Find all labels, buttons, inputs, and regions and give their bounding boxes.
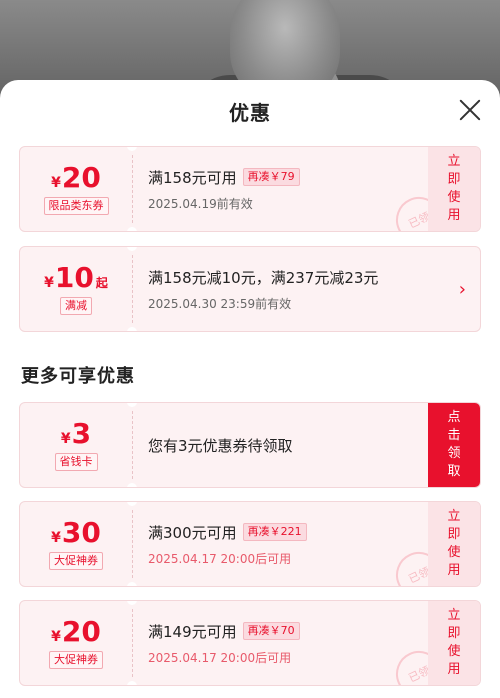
yen-symbol: ¥ (60, 431, 71, 447)
coupon-amount: ¥ 20 (51, 163, 101, 193)
use-now-button[interactable]: 立即 使用 (428, 601, 480, 685)
coupon-condition: 满149元可用 (148, 622, 237, 641)
coupon-divider (127, 247, 137, 331)
button-label-line2: 使用 (447, 545, 461, 578)
coupon-card[interactable]: ¥ 10 起 满减 满158元减10元，满237元减23元 2025.04.30… (19, 246, 481, 332)
yen-symbol: ¥ (51, 530, 61, 546)
coupon-validity: 2025.04.17 20:00后可用 (148, 650, 292, 665)
button-label-line1: 点击 (447, 410, 461, 443)
coupon-type-tag: 大促神券 (49, 651, 103, 669)
coupon-card: ¥ 20 大促神券 满149元可用 再凑￥70 2025.04.17 20:00… (19, 600, 481, 686)
coupon-condition: 您有3元优惠券待领取 (148, 436, 293, 455)
coupon-amount-area: ¥ 10 起 满减 (20, 247, 132, 331)
button-label-line1: 立即 (447, 608, 461, 641)
button-label-line1: 立即 (447, 509, 461, 542)
section-title-more-offers: 更多可享优惠 (21, 366, 135, 387)
coupon-validity: 2025.04.19前有效 (148, 196, 253, 211)
button-label-line1: 立即 (447, 154, 461, 187)
use-now-button[interactable]: 立即 使用 (428, 147, 480, 231)
coupon-divider (127, 502, 137, 586)
chevron-right-icon[interactable]: › (459, 247, 466, 331)
coupon-amount: ¥ 20 (51, 617, 101, 647)
button-label-line2: 使用 (447, 190, 461, 223)
coupon-validity: 2025.04.30 23:59前有效 (148, 296, 292, 311)
amount-value: 20 (61, 161, 101, 194)
coupon-body: 满158元可用 再凑￥79 2025.04.19前有效 (148, 147, 422, 231)
coupon-type-tag: 限品类东券 (43, 197, 109, 215)
coupon-body: 您有3元优惠券待领取 (148, 403, 422, 487)
coupon-card: ¥ 20 限品类东券 满158元可用 再凑￥79 2025.04.19前有效 已… (19, 146, 481, 232)
coupon-amount-area: ¥ 3 省钱卡 (20, 403, 132, 487)
use-now-button[interactable]: 立即 使用 (428, 502, 480, 586)
coupon-divider (127, 403, 137, 487)
coupon-amount: ¥ 3 (61, 419, 91, 449)
amount-value: 3 (71, 417, 92, 450)
sheet-title: 优惠 (229, 101, 271, 125)
close-icon[interactable] (458, 98, 482, 122)
extra-amount-badge: 再凑￥79 (242, 168, 300, 186)
coupon-divider (127, 601, 137, 685)
coupon-card: ¥ 30 大促神券 满300元可用 再凑￥221 2025.04.17 20:0… (19, 501, 481, 587)
coupon-condition: 满158元减10元，满237元减23元 (148, 268, 379, 287)
coupon-type-tag: 大促神券 (49, 552, 103, 570)
claim-button[interactable]: 点击 领取 (428, 403, 480, 487)
coupon-amount: ¥ 30 (51, 518, 101, 548)
coupon-divider (127, 147, 137, 231)
coupon-validity: 2025.04.17 20:00后可用 (148, 551, 292, 566)
coupon-condition: 满300元可用 (148, 523, 237, 542)
amount-value: 10 (54, 261, 94, 294)
coupon-amount-area: ¥ 30 大促神券 (20, 502, 132, 586)
coupon-amount-area: ¥ 20 限品类东券 (20, 147, 132, 231)
coupon-body: 满300元可用 再凑￥221 2025.04.17 20:00后可用 (148, 502, 422, 586)
button-label-line2: 使用 (447, 644, 461, 677)
coupon-bottom-sheet: 优惠 ¥ 20 限品类东券 满158元可用 再凑￥79 2025.04.19前有… (0, 80, 500, 698)
coupon-card: ¥ 3 省钱卡 您有3元优惠券待领取 点击 领取 (19, 402, 481, 488)
yen-symbol: ¥ (51, 175, 61, 191)
extra-amount-badge: 再凑￥70 (242, 622, 300, 640)
coupon-condition: 满158元可用 (148, 168, 237, 187)
coupon-body: 满149元可用 再凑￥70 2025.04.17 20:00后可用 (148, 601, 422, 685)
coupon-amount-area: ¥ 20 大促神券 (20, 601, 132, 685)
coupon-type-tag: 省钱卡 (54, 453, 98, 471)
coupon-amount: ¥ 10 起 (44, 263, 108, 293)
yen-symbol: ¥ (51, 629, 61, 645)
coupon-body: 满158元减10元，满237元减23元 2025.04.30 23:59前有效 (148, 247, 440, 331)
coupon-type-tag: 满减 (60, 297, 92, 315)
amount-suffix: 起 (95, 276, 108, 290)
amount-value: 30 (61, 516, 101, 549)
button-label-line2: 领取 (447, 446, 461, 479)
extra-amount-badge: 再凑￥221 (242, 523, 307, 541)
sheet-header: 优惠 (0, 80, 500, 140)
yen-symbol: ¥ (44, 275, 54, 291)
amount-value: 20 (61, 615, 101, 648)
